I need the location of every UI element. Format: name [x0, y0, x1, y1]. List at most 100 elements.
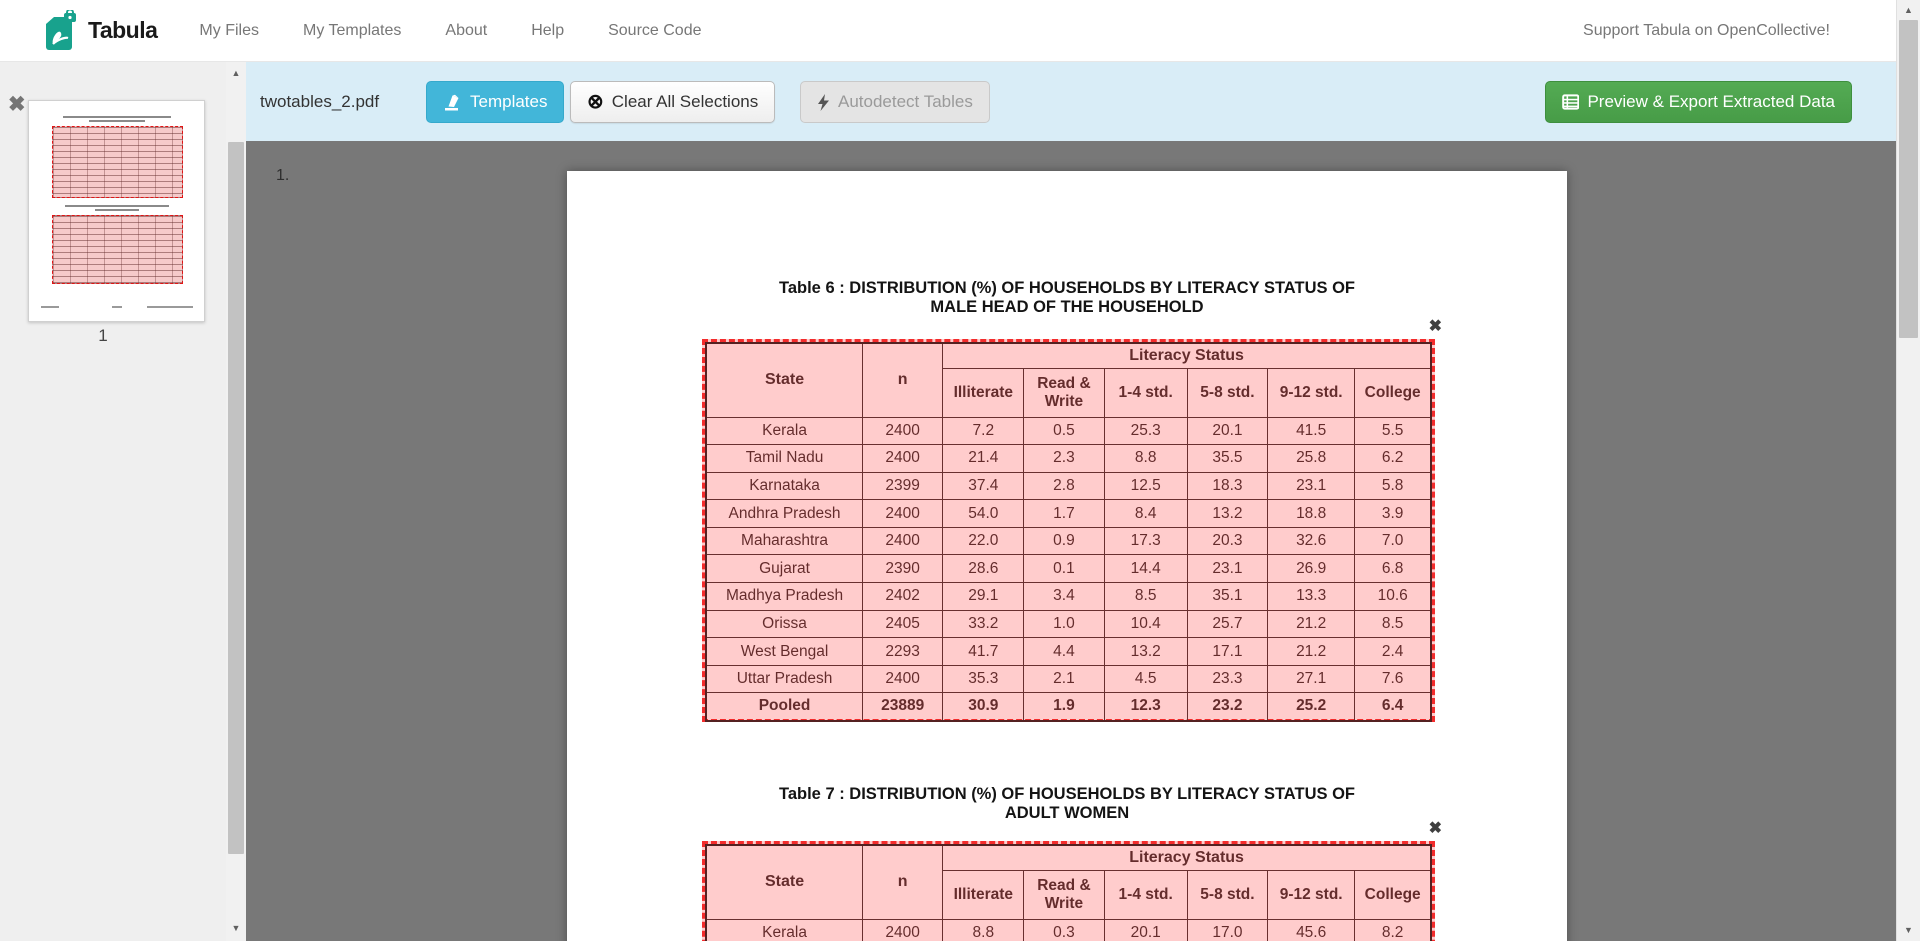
scroll-down-icon[interactable]: ▼	[1897, 925, 1920, 935]
table-cell: Karnataka	[706, 472, 863, 500]
table-row: Gujarat239028.60.114.423.126.96.8	[706, 555, 1431, 583]
table-cell: 21.2	[1267, 610, 1354, 638]
scroll-up-icon[interactable]: ▲	[226, 68, 246, 78]
nav-item-source-code[interactable]: Source Code	[608, 22, 701, 40]
table-cell: 13.2	[1187, 500, 1267, 528]
nav-item-help[interactable]: Help	[531, 22, 564, 40]
table-row: West Bengal229341.74.413.217.121.22.4	[706, 638, 1431, 666]
table7-title-line1: Table 7 : DISTRIBUTION (%) OF HOUSEHOLDS…	[567, 785, 1567, 804]
scroll-up-icon[interactable]: ▲	[1897, 5, 1920, 15]
autodetect-tables-button[interactable]: Autodetect Tables	[800, 81, 990, 123]
support-link[interactable]: Support Tabula on OpenCollective!	[1583, 22, 1896, 40]
table-row: Orissa240533.21.010.425.721.28.5	[706, 610, 1431, 638]
thumb-footer-bar	[147, 306, 193, 308]
table-cell: 25.2	[1267, 693, 1354, 721]
table-row: Maharashtra240022.00.917.320.332.67.0	[706, 527, 1431, 555]
table-cell: 25.3	[1104, 417, 1187, 445]
table-cell: 1.0	[1024, 610, 1104, 638]
table-cell: 8.8	[1104, 445, 1187, 473]
table-cell: Kerala	[706, 417, 863, 445]
table6-title-line1: Table 6 : DISTRIBUTION (%) OF HOUSEHOLDS…	[567, 279, 1567, 298]
nav-item-my-templates[interactable]: My Templates	[303, 22, 401, 40]
toolbar: twotables_2.pdf Templates ⊗ Clear All Se…	[246, 62, 1896, 141]
pdf-page-1[interactable]: Table 6 : DISTRIBUTION (%) OF HOUSEHOLDS…	[567, 171, 1567, 941]
remove-file-button[interactable]: ✖	[8, 94, 26, 115]
table-cell: n	[863, 343, 943, 417]
table-cell: 21.4	[943, 445, 1024, 473]
sidebar-scrollbar-thumb[interactable]	[228, 142, 244, 854]
table-cell: 4.5	[1104, 665, 1187, 693]
tabula-app: Tabula My Files My Templates About Help …	[0, 0, 1920, 941]
table-cell: 5.5	[1355, 417, 1431, 445]
table-cell: 8.5	[1104, 583, 1187, 611]
table-cell: College	[1355, 368, 1431, 417]
templates-button[interactable]: Templates	[426, 81, 564, 123]
table-cell: 3.9	[1355, 500, 1431, 528]
table-cell: 54.0	[943, 500, 1024, 528]
table-cell: 0.9	[1024, 527, 1104, 555]
table-cell: 2405	[863, 610, 943, 638]
table-cell: 2400	[863, 445, 943, 473]
table-cell: 1.9	[1024, 693, 1104, 721]
table-cell: 6.8	[1355, 555, 1431, 583]
table-cell: 8.2	[1355, 919, 1431, 941]
table-cell: 20.1	[1187, 417, 1267, 445]
table-cell: 5-8 std.	[1187, 870, 1267, 919]
table-cell: 0.1	[1024, 555, 1104, 583]
table-cell: State	[706, 343, 863, 417]
table-cell: Literacy Status	[943, 845, 1431, 870]
table-cell: 23.2	[1187, 693, 1267, 721]
close-selection-icon[interactable]: ✖	[1429, 316, 1442, 336]
table-cell: 41.5	[1267, 417, 1354, 445]
sidebar-scrollbar[interactable]: ▲ ▼	[226, 62, 246, 941]
thumb-footer-bar	[112, 306, 122, 308]
page-number-label: 1.	[276, 167, 289, 185]
table-cell: Kerala	[706, 919, 863, 941]
table-cell: 1-4 std.	[1104, 870, 1187, 919]
table-cell: Literacy Status	[943, 343, 1431, 368]
nav-item-about[interactable]: About	[445, 22, 487, 40]
export-label: Preview & Export Extracted Data	[1587, 92, 1835, 112]
table-cell: 2400	[863, 665, 943, 693]
thumbnail-page-number: 1	[0, 326, 206, 346]
selection-table6[interactable]: ✖ StatenLiteracy StatusIlliterateRead & …	[702, 339, 1435, 722]
table-cell: Madhya Pradesh	[706, 583, 863, 611]
nav-item-my-files[interactable]: My Files	[199, 22, 259, 40]
table-cell: 18.3	[1187, 472, 1267, 500]
navbar: Tabula My Files My Templates About Help …	[0, 0, 1896, 62]
selection-table7[interactable]: ✖ StatenLiteracy StatusIlliterateRead & …	[702, 841, 1435, 941]
templates-label: Templates	[470, 92, 547, 112]
table-cell: 23.1	[1267, 472, 1354, 500]
table-cell: 32.6	[1267, 527, 1354, 555]
table-cell: 20.3	[1187, 527, 1267, 555]
table-cell: 7.2	[943, 417, 1024, 445]
table-cell: Maharashtra	[706, 527, 863, 555]
table-cell: 3.4	[1024, 583, 1104, 611]
table-cell: 2400	[863, 527, 943, 555]
table-cell: 7.6	[1355, 665, 1431, 693]
clear-all-selections-button[interactable]: ⊗ Clear All Selections	[570, 81, 775, 123]
table-cell: Illiterate	[943, 870, 1024, 919]
thumb-title-bar	[63, 116, 171, 118]
page-1-thumbnail[interactable]	[28, 100, 205, 322]
window-scrollbar-thumb[interactable]	[1899, 20, 1918, 338]
table-cell: 35.3	[943, 665, 1024, 693]
table-cell: 27.1	[1267, 665, 1354, 693]
table-cell: 2402	[863, 583, 943, 611]
lightning-icon	[817, 94, 830, 111]
scroll-down-icon[interactable]: ▼	[226, 923, 246, 933]
table-cell: 23.3	[1187, 665, 1267, 693]
table-cell: Orissa	[706, 610, 863, 638]
table-row: Pooled2388930.91.912.323.225.26.4	[706, 693, 1431, 721]
table-cell: 2.4	[1355, 638, 1431, 666]
window-scrollbar[interactable]: ▲ ▼	[1896, 0, 1920, 941]
close-selection-icon[interactable]: ✖	[1429, 818, 1442, 838]
table-cell: 9-12 std.	[1267, 870, 1354, 919]
table-cell: 1-4 std.	[1104, 368, 1187, 417]
preview-export-button[interactable]: Preview & Export Extracted Data	[1545, 81, 1852, 123]
table-cell: Read & Write	[1024, 870, 1104, 919]
table-cell: 35.5	[1187, 445, 1267, 473]
brand[interactable]: Tabula	[44, 10, 157, 52]
autodetect-label: Autodetect Tables	[838, 92, 973, 112]
table-cell: 25.8	[1267, 445, 1354, 473]
